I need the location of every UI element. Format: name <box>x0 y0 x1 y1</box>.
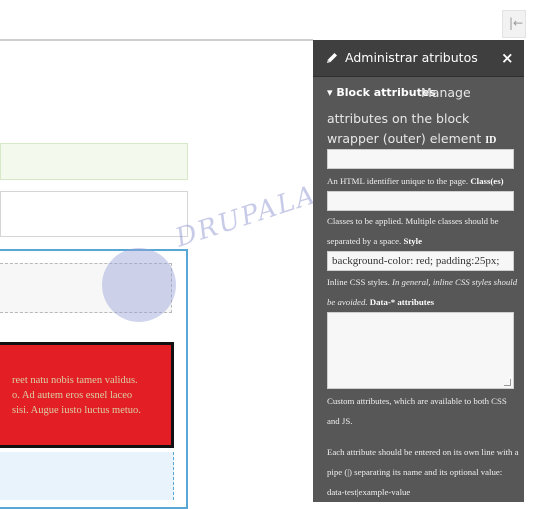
id-help-text: An HTML identifier unique to the page. <box>327 176 469 186</box>
green-block[interactable] <box>0 143 188 180</box>
id-label: ID <box>485 135 497 146</box>
resize-grip-icon[interactable] <box>504 379 511 386</box>
style-label: Style <box>403 236 423 246</box>
close-icon[interactable]: × <box>501 49 514 67</box>
class-field[interactable] <box>327 191 514 211</box>
attributes-sidebar: Administrar atributos × ▾ Block attribut… <box>313 40 524 502</box>
sidebar-title: Administrar atributos <box>345 50 478 65</box>
id-field[interactable] <box>327 149 514 169</box>
manage-description-text: attributes on the block wrapper (outer) … <box>327 111 482 146</box>
data-attributes-help: Custom attributes, which are available t… <box>327 396 507 426</box>
red-block-line: o. Ad autem eros esnel laceo <box>12 390 133 401</box>
red-styled-block[interactable]: reet natu nobis tamen validus. o. Ad aut… <box>0 342 174 448</box>
page-edge <box>524 40 538 502</box>
block-attributes-toggle[interactable]: ▾ Block attributes <box>327 86 436 99</box>
data-attributes-label: Data-* attributes <box>369 297 435 307</box>
manage-text: Manage <box>421 85 471 100</box>
red-block-text: reet natu nobis tamen validus. o. Ad aut… <box>12 373 172 418</box>
id-help: An HTML identifier unique to the page. C… <box>327 171 519 191</box>
light-blue-block[interactable] <box>0 452 174 500</box>
red-block-line: sisi. Augue iusto luctus metuo. <box>12 405 141 416</box>
style-field[interactable] <box>327 251 514 271</box>
class-label: Class(es) <box>470 176 504 186</box>
toolbar-divider <box>0 39 313 41</box>
data-attributes-help-2: Each attribute should be entered on its … <box>327 447 519 497</box>
collapse-sidebar-button[interactable]: |← <box>502 10 526 38</box>
style-help: Inline CSS styles. In general, inline CS… <box>327 272 519 312</box>
pencil-icon <box>327 53 337 63</box>
collapse-sidebar-icon: |← <box>509 16 524 30</box>
white-block[interactable] <box>0 191 188 237</box>
data-attributes-textarea[interactable] <box>327 312 514 389</box>
style-help-text: Inline CSS styles. <box>327 277 390 287</box>
manage-description: attributes on the block wrapper (outer) … <box>327 109 517 151</box>
sidebar-header: Administrar atributos × <box>313 40 524 77</box>
watermark-logo <box>102 248 176 322</box>
class-help: Classes to be applied. Multiple classes … <box>327 211 519 251</box>
red-block-line: reet natu nobis tamen validus. <box>12 375 138 386</box>
